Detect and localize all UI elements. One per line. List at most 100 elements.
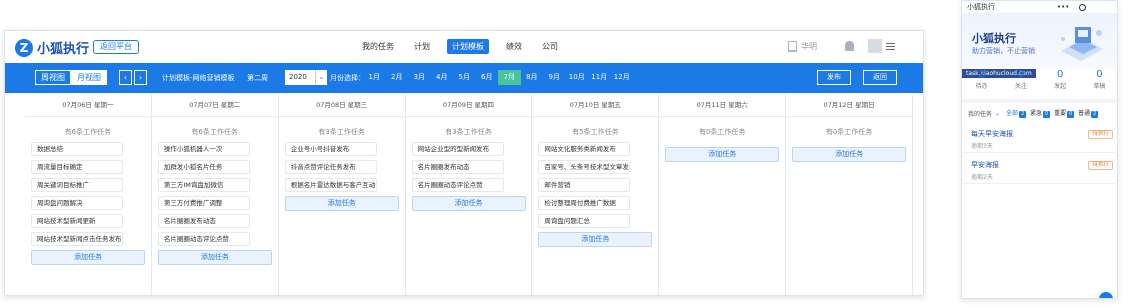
filter-normal-label: 普通 xyxy=(1078,110,1091,117)
nav-performance[interactable]: 绩效 xyxy=(503,39,525,54)
task-overdue: 逾期3天 xyxy=(971,143,993,150)
month-12[interactable]: 12月 xyxy=(611,70,634,85)
filter-all[interactable]: 全部 2 xyxy=(1006,108,1027,118)
task-card[interactable]: 加群发小狐名片任务 xyxy=(157,160,250,174)
task-card[interactable]: 检讨整理周付费推广数据 xyxy=(538,196,631,210)
year-value: 2020 xyxy=(289,73,307,81)
nav-company[interactable]: 公司 xyxy=(539,39,561,54)
task-card[interactable]: 数据总结 xyxy=(31,142,123,156)
task-card[interactable]: 周询盘问题解决 xyxy=(31,196,123,210)
stat-draft[interactable]: 0 草稿 xyxy=(1080,69,1117,90)
task-list: 企业号小号抖音发布 抖音点赞评论任务发布 根据名片雷达数据与客户互动添加任务 xyxy=(279,137,405,211)
task-card[interactable]: 名片圈圈发布动态 xyxy=(411,160,504,174)
mobile-task-item[interactable]: 早安海报 逾期2天 待执行 xyxy=(962,154,1117,184)
month-2[interactable]: 2月 xyxy=(386,70,409,85)
year-select[interactable]: 2020 ⌄ xyxy=(285,70,327,85)
return-button[interactable]: 返回 xyxy=(863,70,897,85)
more-icon[interactable]: ••• xyxy=(1057,3,1069,11)
task-card[interactable]: 抖音点赞评论任务发布 xyxy=(284,160,377,174)
month-8[interactable]: 8月 xyxy=(521,70,544,85)
add-fab-button[interactable] xyxy=(1099,292,1113,298)
back-to-platform-button[interactable]: 返回平台 xyxy=(93,40,139,54)
day-column: 07月08日 星期三 有3条工作任务 企业号小号抖音发布 抖音点赞评论任务发布 根据名片… xyxy=(278,93,406,295)
target-icon[interactable] xyxy=(1079,3,1087,11)
add-task-button[interactable]: 添加任务 xyxy=(31,250,145,265)
add-task-button[interactable]: 添加任务 xyxy=(665,147,780,162)
chevron-down-icon: ⌄ xyxy=(315,70,327,85)
filter-important[interactable]: 重要 0 xyxy=(1054,108,1075,118)
stat-label: 关注 xyxy=(1014,83,1027,90)
week-view-button[interactable]: 周视图 xyxy=(35,70,71,85)
task-card[interactable]: 网站技术型新闻更新 xyxy=(31,214,123,228)
nav-plan-template[interactable]: 计划模板 xyxy=(447,39,489,54)
nav-plan[interactable]: 计划 xyxy=(411,39,433,54)
next-week-button[interactable]: › xyxy=(134,70,147,85)
add-task-button[interactable]: 添加任务 xyxy=(284,196,399,211)
task-card[interactable]: 名片圈圈动态评论点赞 xyxy=(157,232,250,246)
bell-icon[interactable] xyxy=(845,41,854,51)
add-task-button[interactable]: 添加任务 xyxy=(792,147,907,162)
stat-label: 草稿 xyxy=(1093,83,1106,90)
org-name[interactable]: 华明 xyxy=(801,41,817,52)
month-1[interactable]: 1月 xyxy=(363,70,386,85)
task-card[interactable]: 网站文化服务类新闻发布 xyxy=(538,142,631,156)
mobile-title: 小狐执行 xyxy=(967,3,995,11)
task-card[interactable]: 第三方IM询盘加微信 xyxy=(157,178,250,192)
task-card[interactable]: 邮件营销 xyxy=(538,178,631,192)
day-header: 07月06日 星期一 xyxy=(25,93,151,117)
logo-icon: Z xyxy=(15,38,33,57)
task-card[interactable]: 根据名片雷达数据与客户互动 xyxy=(284,178,377,192)
stat-initiated[interactable]: 0 发起 xyxy=(1041,69,1080,90)
month-4[interactable]: 4月 xyxy=(431,70,454,85)
filter-label[interactable]: 我的任务 xyxy=(968,109,992,118)
task-card[interactable]: 周流量目标确定 xyxy=(31,160,123,174)
menu-icon[interactable] xyxy=(886,42,895,50)
task-card[interactable]: 第三方付费推广调整 xyxy=(157,196,250,210)
month-view-button[interactable]: 月视图 xyxy=(71,70,107,85)
task-card[interactable]: 周询盘问题汇总 xyxy=(538,214,631,228)
month-selector: 1月 2月 3月 4月 5月 6月 7月 8月 9月 10月 11月 12月 xyxy=(363,70,633,85)
avatar[interactable] xyxy=(868,39,882,53)
stat-todo[interactable]: 2 待办 xyxy=(962,69,1001,90)
task-card[interactable]: 百家号、头条号技术型文章发布 xyxy=(538,160,631,174)
month-9[interactable]: 9月 xyxy=(543,70,566,85)
task-card[interactable]: 名片圈圈动态评论点赞 xyxy=(411,178,504,192)
task-list: 数据总结周流量目标确定 周关键词目标推广 周询盘问题解决 网站技术型新闻更新 网站技术型… xyxy=(25,137,151,265)
month-5[interactable]: 5月 xyxy=(453,70,476,85)
add-task-button[interactable]: 添加任务 xyxy=(538,232,653,247)
month-11[interactable]: 11月 xyxy=(588,70,611,85)
status-badge: 待执行 xyxy=(1088,161,1113,170)
add-task-button[interactable]: 添加任务 xyxy=(157,250,272,265)
day-column: 07月11日 星期六 有0条工作任务 添加任务 xyxy=(659,93,787,295)
template-name: 计划模板-网络营销模板 xyxy=(162,74,235,82)
top-bar: Z 小狐执行 返回平台 我的任务 计划 计划模板 绩效 公司 华明 xyxy=(5,31,923,63)
publish-button[interactable]: 发布 xyxy=(817,70,851,85)
mobile-task-item[interactable]: 每天早安海报 逾期3天 待执行 xyxy=(962,123,1117,153)
month-3[interactable]: 3月 xyxy=(408,70,431,85)
task-card[interactable]: 企业号小号抖音发布 xyxy=(284,142,377,156)
prev-week-button[interactable]: ‹ xyxy=(119,70,132,85)
filter-urgent[interactable]: 紧急 0 xyxy=(1030,108,1051,118)
task-card[interactable]: 名片圈圈发布动态 xyxy=(157,214,250,228)
add-task-button[interactable]: 添加任务 xyxy=(411,196,526,211)
month-7[interactable]: 7月 xyxy=(498,70,521,85)
chevron-down-icon[interactable]: ⌄ xyxy=(995,110,1000,117)
day-header: 07月10日 星期五 xyxy=(532,93,659,117)
filter-important-label: 重要 xyxy=(1054,110,1067,117)
app-logo[interactable]: Z 小狐执行 xyxy=(15,38,89,57)
task-count: 有0条工作任务 xyxy=(698,128,746,136)
stat-follow[interactable]: 0 关注 xyxy=(1001,69,1040,90)
month-6[interactable]: 6月 xyxy=(476,70,499,85)
mobile-brand: 小狐执行 xyxy=(972,32,1016,45)
task-card[interactable]: 周关键词目标推广 xyxy=(31,178,123,192)
month-10[interactable]: 10月 xyxy=(566,70,589,85)
task-card[interactable]: 操作小狐机器人一次 xyxy=(157,142,250,156)
day-column: 07月09日 星期四 有3条工作任务 网站企业型的型新闻发布 名片圈圈发布动态 名片圈圈… xyxy=(405,93,533,295)
filter-normal[interactable]: 普通 2 xyxy=(1078,108,1099,118)
task-card[interactable]: 网站技术型新闻点击任务发布 xyxy=(31,232,123,246)
nav-my-tasks[interactable]: 我的任务 xyxy=(359,39,397,54)
task-card[interactable]: 网站企业型的型新闻发布 xyxy=(411,142,504,156)
divider xyxy=(962,99,1117,103)
logo-text: 小狐执行 xyxy=(37,42,90,57)
stat-num: 0 xyxy=(1017,69,1025,80)
